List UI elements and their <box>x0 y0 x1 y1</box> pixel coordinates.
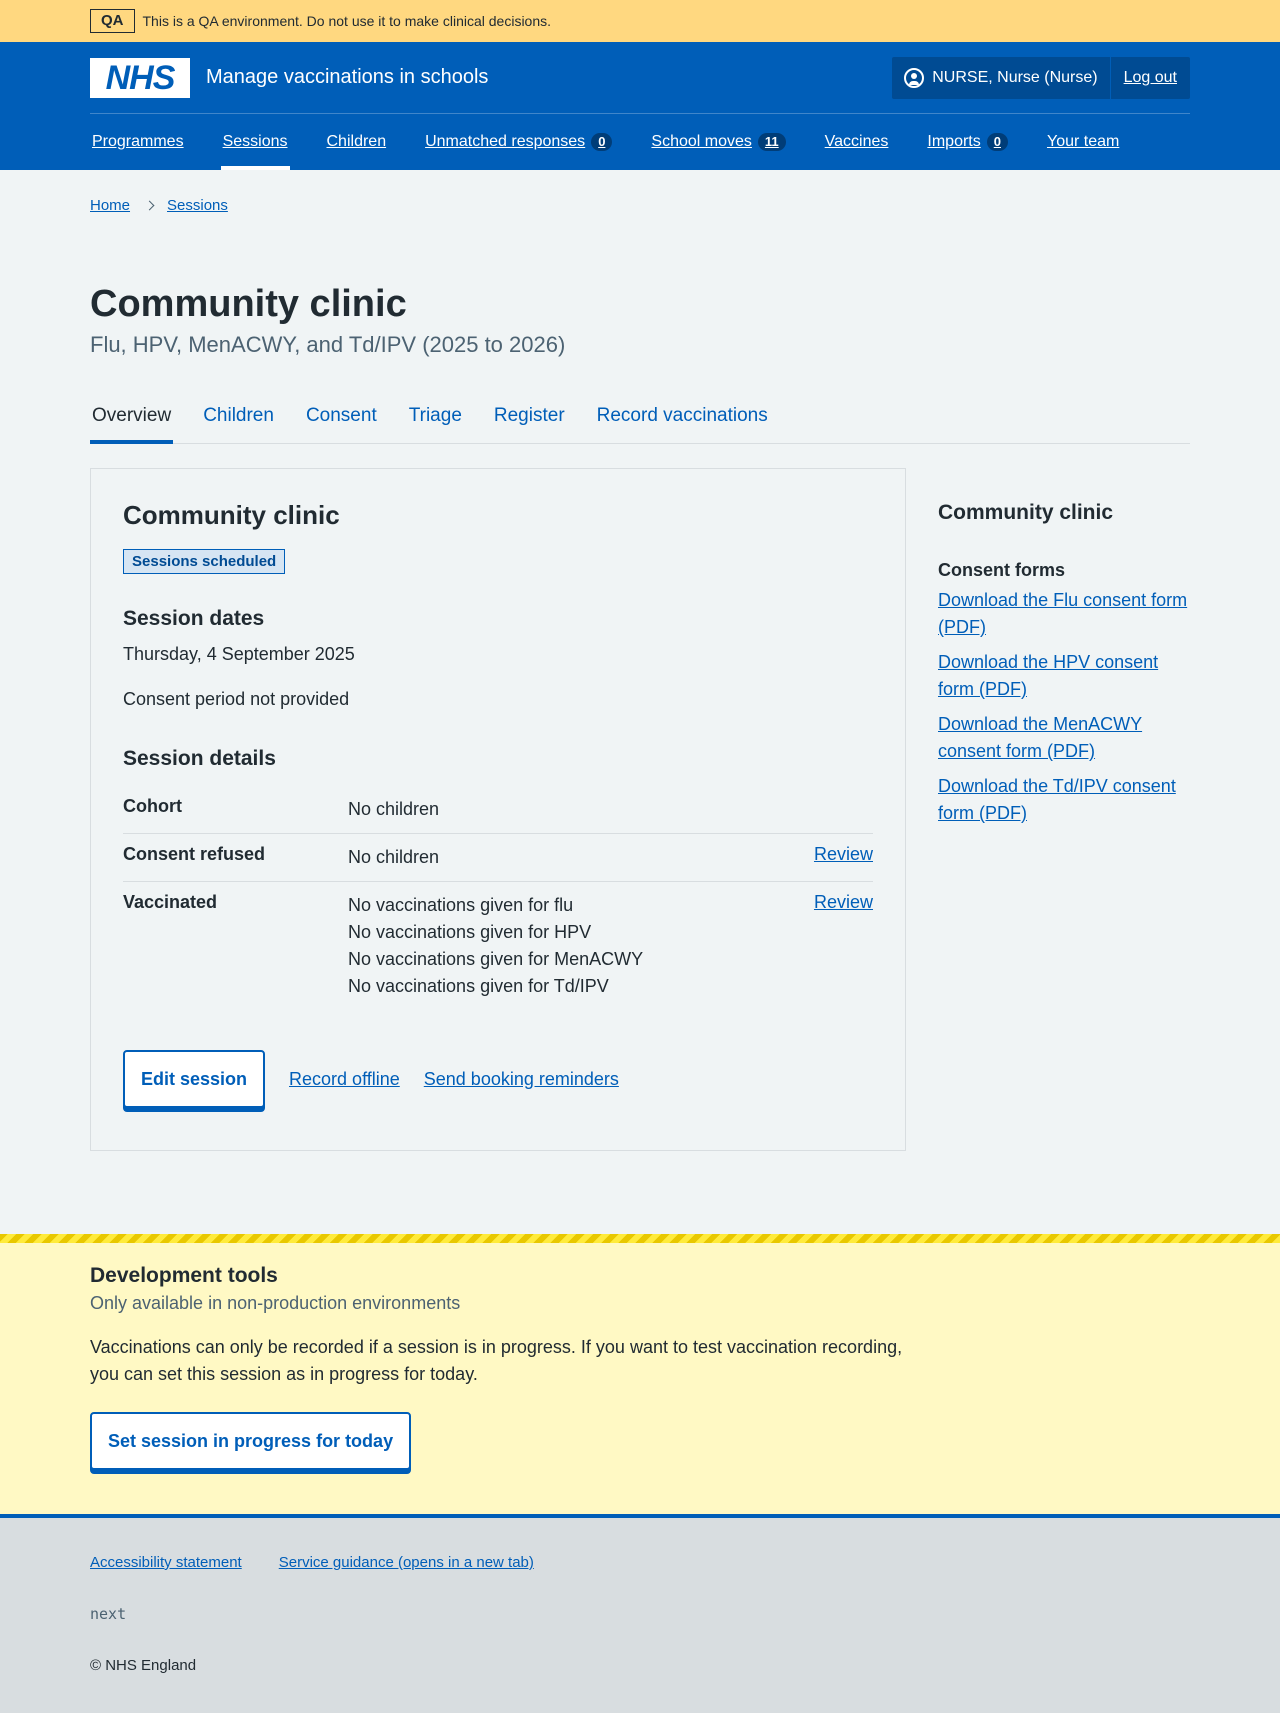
user-icon <box>904 67 925 88</box>
session-date: Thursday, 4 September 2025 <box>123 644 355 664</box>
nav-item-school-moves[interactable]: School moves 11 <box>649 114 787 170</box>
nav-item-sessions[interactable]: Sessions <box>220 114 290 170</box>
tab-children[interactable]: Children <box>201 388 276 443</box>
page-title: Community clinic <box>90 283 407 325</box>
site-header: NHS Manage vaccinations in schools NURSE… <box>0 42 1280 170</box>
count-badge: 0 <box>591 133 613 151</box>
site-footer: Accessibility statement Service guidance… <box>0 1514 1280 1713</box>
status-badge: Sessions scheduled <box>123 549 286 574</box>
tab-register[interactable]: Register <box>492 388 567 443</box>
summary-value: No children <box>348 799 440 819</box>
account-menu: NURSE, Nurse (Nurse) Log out <box>892 56 1190 99</box>
summary-row-cohort: Cohort No children <box>123 786 873 834</box>
summary-row-consent-refused: Consent refused No children Review <box>123 834 873 882</box>
consent-forms-heading: Consent forms <box>938 560 1066 580</box>
tab-record-vaccinations[interactable]: Record vaccinations <box>595 388 770 443</box>
nav-item-vaccines[interactable]: Vaccines <box>823 114 891 170</box>
nav-item-programmes[interactable]: Programmes <box>90 114 186 170</box>
sidebar: Community clinic Consent forms Download … <box>938 468 1190 1151</box>
nav-item-children[interactable]: Children <box>325 114 389 170</box>
vaccination-status-line: No vaccinations given for flu <box>348 895 574 915</box>
record-offline-link[interactable]: Record offline <box>289 1069 400 1090</box>
accessibility-statement-link[interactable]: Accessibility statement <box>90 1554 242 1571</box>
summary-key: Consent refused <box>123 844 266 864</box>
download-flu-consent-link[interactable]: Download the Flu consent form (PDF) <box>938 590 1187 637</box>
send-booking-reminders-link[interactable]: Send booking reminders <box>424 1069 619 1090</box>
summary-value: No vaccinations given for flu No vaccina… <box>348 892 803 1000</box>
nhs-logo-text: NHS <box>105 58 176 97</box>
summary-value: No children <box>348 847 440 867</box>
primary-nav: Programmes Sessions Children Unmatched r… <box>90 114 1190 170</box>
sidebar-title: Community clinic <box>938 501 1114 524</box>
card-title: Community clinic <box>123 500 340 530</box>
nav-item-unmatched-responses[interactable]: Unmatched responses 0 <box>423 114 614 170</box>
breadcrumb-sessions[interactable]: Sessions <box>167 197 228 214</box>
copyright: © NHS England <box>90 1657 197 1674</box>
vaccination-status-line: No vaccinations given for MenACWY <box>348 949 644 969</box>
tab-triage[interactable]: Triage <box>407 388 464 443</box>
summary-key: Cohort <box>123 796 182 816</box>
qa-banner-text: This is a QA environment. Do not use it … <box>142 13 552 29</box>
qa-banner: QA This is a QA environment. Do not use … <box>0 0 1280 42</box>
download-hpv-consent-link[interactable]: Download the HPV consent form (PDF) <box>938 652 1158 699</box>
session-tabs: Overview Children Consent Triage Registe… <box>90 388 1190 444</box>
review-vaccinated-link[interactable]: Review <box>814 892 873 912</box>
page-caption: Flu, HPV, MenACWY, and Td/IPV (2025 to 2… <box>90 332 566 357</box>
consent-period: Consent period not provided <box>123 689 350 709</box>
session-details-heading: Session details <box>123 747 276 770</box>
devtools-text: Vaccinations can only be recorded if a s… <box>90 1337 903 1384</box>
tab-overview[interactable]: Overview <box>90 388 174 444</box>
app-version: next <box>90 1605 127 1623</box>
session-card: Community clinic Sessions scheduled Sess… <box>90 468 906 1151</box>
download-menacwy-consent-link[interactable]: Download the MenACWY consent form (PDF) <box>938 714 1142 761</box>
service-guidance-link[interactable]: Service guidance (opens in a new tab) <box>279 1554 534 1571</box>
devtools-subtitle: Only available in non-production environ… <box>90 1293 461 1313</box>
nav-item-label: Imports <box>927 133 981 150</box>
count-badge: 0 <box>986 133 1008 151</box>
nhs-logo[interactable]: NHS <box>90 57 190 98</box>
nav-item-imports[interactable]: Imports 0 <box>925 114 1010 170</box>
breadcrumb: Home Sessions <box>90 170 1190 240</box>
session-summary-list: Cohort No children Consent refused No ch… <box>123 786 873 1010</box>
edit-session-button[interactable]: Edit session <box>123 1050 266 1108</box>
tab-consent[interactable]: Consent <box>304 388 379 443</box>
nav-item-your-team[interactable]: Your team <box>1045 114 1121 170</box>
nav-item-label: Unmatched responses <box>425 133 586 150</box>
qa-tag: QA <box>90 9 135 33</box>
nav-item-label: School moves <box>651 133 752 150</box>
devtools-title: Development tools <box>90 1264 278 1287</box>
card-actions: Edit session Record offline Send booking… <box>123 1050 873 1108</box>
vaccination-status-line: No vaccinations given for HPV <box>348 922 592 942</box>
review-consent-refused-link[interactable]: Review <box>814 844 873 864</box>
session-dates-heading: Session dates <box>123 607 265 630</box>
account-user-label: NURSE, Nurse (Nurse) <box>932 68 1098 86</box>
consent-forms-list: Download the Flu consent form (PDF) Down… <box>938 587 1190 827</box>
count-badge: 11 <box>757 133 786 151</box>
footer-links: Accessibility statement Service guidance… <box>90 1554 1190 1571</box>
chevron-right-icon <box>144 200 155 210</box>
account-user: NURSE, Nurse (Nurse) <box>892 56 1111 99</box>
vaccination-status-line: No vaccinations given for Td/IPV <box>348 976 609 996</box>
development-tools: Development tools Only available in non-… <box>0 1234 1280 1514</box>
summary-key: Vaccinated <box>123 892 218 912</box>
download-tdipv-consent-link[interactable]: Download the Td/IPV consent form (PDF) <box>938 776 1176 823</box>
logout-link[interactable]: Log out <box>1111 57 1190 99</box>
breadcrumb-home[interactable]: Home <box>90 197 130 214</box>
summary-row-vaccinated: Vaccinated No vaccinations given for flu… <box>123 882 873 1010</box>
service-name[interactable]: Manage vaccinations in schools <box>206 66 488 89</box>
devtools-stripe <box>0 1234 1280 1243</box>
set-session-in-progress-button[interactable]: Set session in progress for today <box>90 1412 412 1470</box>
